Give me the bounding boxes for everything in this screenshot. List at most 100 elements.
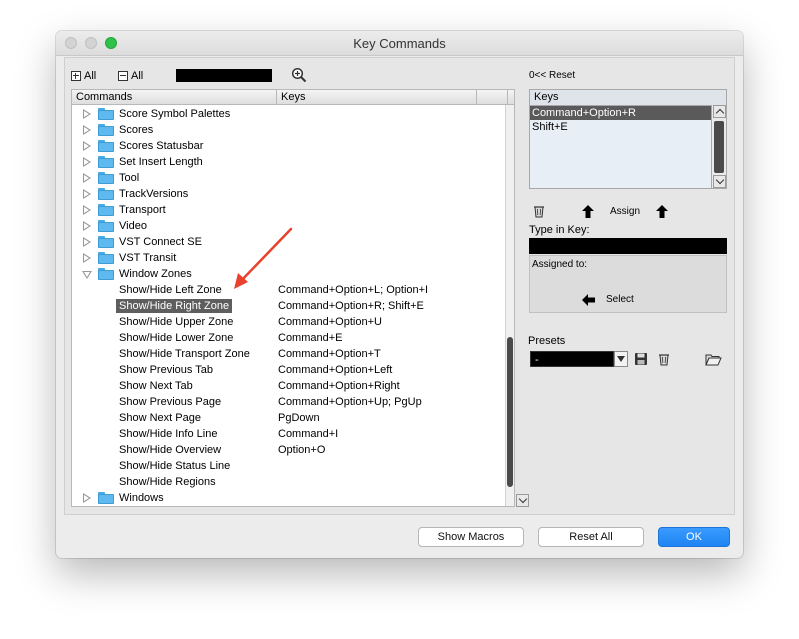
type-in-key-field[interactable] bbox=[529, 238, 727, 254]
delete-preset-trash-icon[interactable] bbox=[657, 352, 671, 366]
key-commands-window: Key Commands All All Commands Keys Score… bbox=[56, 31, 743, 558]
presets-dropdown-button[interactable] bbox=[614, 351, 628, 367]
command-keys: Command+Option+L; Option+I bbox=[278, 284, 429, 296]
command-row[interactable]: Show Next Tab Command+Option+Right bbox=[72, 378, 506, 394]
reset-all-button[interactable]: Reset All bbox=[538, 527, 644, 547]
collapse-all-label: All bbox=[131, 70, 144, 82]
folder-row[interactable]: Windows bbox=[72, 490, 506, 506]
command-row[interactable]: Show/Hide Regions bbox=[72, 474, 506, 490]
window-title: Key Commands bbox=[353, 36, 446, 51]
disclosure-closed-icon[interactable] bbox=[83, 237, 91, 247]
disclosure-closed-icon[interactable] bbox=[83, 157, 91, 167]
disclosure-closed-icon[interactable] bbox=[83, 205, 91, 215]
commands-list[interactable]: Commands Keys Score Symbol Palettes Score… bbox=[71, 89, 515, 507]
disclosure-closed-icon[interactable] bbox=[83, 125, 91, 135]
disclosure-open-icon[interactable] bbox=[82, 271, 92, 279]
plus-box-icon bbox=[71, 71, 81, 81]
disclosure-closed-icon[interactable] bbox=[83, 141, 91, 151]
command-keys: Command+E bbox=[278, 332, 343, 344]
expand-all-button[interactable]: All bbox=[71, 70, 96, 82]
commands-column-header[interactable]: Commands bbox=[72, 90, 277, 104]
keys-header: Keys bbox=[530, 90, 726, 106]
disclosure-closed-icon[interactable] bbox=[83, 109, 91, 119]
command-row[interactable]: Show/Hide Transport Zone Command+Option+T bbox=[72, 346, 506, 362]
command-row[interactable]: Show Next Page PgDown bbox=[72, 410, 506, 426]
search-zoom-icon[interactable] bbox=[291, 67, 307, 83]
collapse-all-button[interactable]: All bbox=[118, 70, 143, 82]
save-preset-icon[interactable] bbox=[634, 352, 648, 366]
open-folder-icon[interactable] bbox=[705, 353, 722, 366]
keys-scrollbar-thumb[interactable] bbox=[714, 121, 724, 173]
list-scrollbar[interactable] bbox=[505, 105, 514, 506]
keys-item[interactable]: Shift+E bbox=[530, 120, 726, 134]
minus-box-icon bbox=[118, 71, 128, 81]
assigned-to-label: Assigned to: bbox=[532, 259, 588, 270]
folder-label: VST Transit bbox=[119, 252, 177, 264]
command-label: Show/Hide Upper Zone bbox=[119, 316, 234, 328]
presets-select[interactable]: - bbox=[530, 351, 614, 367]
keys-scroll-down-button[interactable] bbox=[713, 175, 726, 188]
command-label: Show Previous Page bbox=[119, 396, 222, 408]
folder-row[interactable]: Tool bbox=[72, 170, 506, 186]
command-keys: Command+Option+R; Shift+E bbox=[278, 300, 424, 312]
show-macros-button[interactable]: Show Macros bbox=[418, 527, 524, 547]
disclosure-closed-icon[interactable] bbox=[83, 493, 91, 503]
command-row[interactable]: Show/Hide Right Zone Command+Option+R; Sh… bbox=[72, 298, 506, 314]
search-input[interactable] bbox=[176, 69, 272, 82]
reset-link[interactable]: 0<< Reset bbox=[529, 70, 575, 81]
folder-icon bbox=[98, 124, 114, 136]
command-label: Show/Hide Right Zone bbox=[116, 299, 233, 313]
select-button[interactable]: Select bbox=[606, 294, 634, 305]
keys-scroll-up-button[interactable] bbox=[713, 105, 726, 118]
command-row[interactable]: Show/Hide Overview Option+O bbox=[72, 442, 506, 458]
keys-column-header[interactable]: Keys bbox=[277, 90, 477, 104]
title-bar: Key Commands bbox=[56, 31, 743, 56]
type-in-key-label: Type in Key: bbox=[529, 224, 590, 236]
command-keys: PgDown bbox=[278, 412, 320, 424]
folder-icon bbox=[98, 252, 114, 264]
folder-label: TrackVersions bbox=[119, 188, 189, 200]
command-label: Show/Hide Left Zone bbox=[119, 284, 222, 296]
folder-label: Scores bbox=[119, 124, 154, 136]
command-label: Show/Hide Info Line bbox=[119, 428, 218, 440]
command-label: Show/Hide Regions bbox=[119, 476, 216, 488]
folder-icon bbox=[98, 108, 114, 120]
folder-row[interactable]: Score Symbol Palettes bbox=[72, 106, 506, 122]
delete-key-trash-icon[interactable] bbox=[532, 204, 546, 218]
command-row[interactable]: Show/Hide Lower Zone Command+E bbox=[72, 330, 506, 346]
command-row[interactable]: Show/Hide Upper Zone Command+Option+U bbox=[72, 314, 506, 330]
arrow-left-icon[interactable] bbox=[582, 294, 595, 306]
folder-row[interactable]: Transport bbox=[72, 202, 506, 218]
command-label: Show/Hide Status Line bbox=[119, 460, 231, 472]
disclosure-closed-icon[interactable] bbox=[83, 221, 91, 231]
keys-listbox[interactable]: Keys Command+Option+R Shift+E bbox=[529, 89, 727, 189]
assigned-to-box: Assigned to: Select bbox=[529, 255, 727, 313]
folder-row[interactable]: Scores Statusbar bbox=[72, 138, 506, 154]
folder-row[interactable]: Set Insert Length bbox=[72, 154, 506, 170]
folder-row[interactable]: Scores bbox=[72, 122, 506, 138]
list-scrollbar-thumb[interactable] bbox=[507, 337, 513, 487]
disclosure-closed-icon[interactable] bbox=[83, 189, 91, 199]
disclosure-closed-icon[interactable] bbox=[83, 173, 91, 183]
folder-row[interactable]: TrackVersions bbox=[72, 186, 506, 202]
command-row[interactable]: Show Previous Page Command+Option+Up; PgU… bbox=[72, 394, 506, 410]
command-row[interactable]: Show/Hide Info Line Command+I bbox=[72, 426, 506, 442]
folder-label: Score Symbol Palettes bbox=[119, 108, 231, 120]
expand-all-label: All bbox=[84, 70, 97, 82]
keys-item[interactable]: Command+Option+R bbox=[530, 106, 726, 120]
main-panel: All All Commands Keys Score Symbol Palet… bbox=[64, 57, 735, 515]
command-keys: Command+Option+Up; PgUp bbox=[278, 396, 422, 408]
command-row[interactable]: Show Previous Tab Command+Option+Left bbox=[72, 362, 506, 378]
folder-icon bbox=[98, 268, 114, 280]
keys-scrollbar[interactable] bbox=[711, 105, 726, 188]
assign-button[interactable]: Assign bbox=[610, 206, 640, 217]
arrow-up-icon[interactable] bbox=[655, 205, 669, 218]
disclosure-closed-icon[interactable] bbox=[83, 253, 91, 263]
list-header: Commands Keys bbox=[72, 90, 514, 105]
arrow-up-icon[interactable] bbox=[581, 205, 595, 218]
folder-label: Windows bbox=[119, 492, 164, 504]
command-keys: Command+Option+U bbox=[278, 316, 382, 328]
command-row[interactable]: Show/Hide Status Line bbox=[72, 458, 506, 474]
ok-button[interactable]: OK bbox=[658, 527, 730, 547]
list-scroll-down-button[interactable] bbox=[516, 494, 529, 507]
